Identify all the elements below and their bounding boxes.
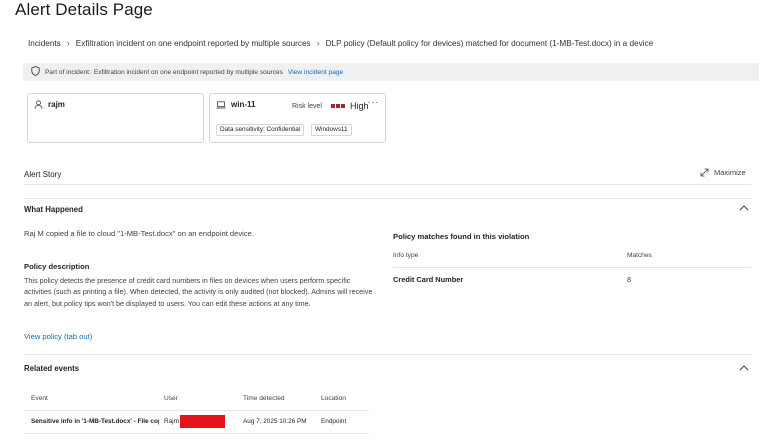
related-events-title: Related events — [24, 364, 80, 373]
page-title: Alert Details Page — [15, 0, 153, 19]
divider — [24, 433, 369, 434]
incident-label: Part of incident: — [45, 68, 91, 76]
more-options-icon[interactable]: ··· — [368, 97, 380, 108]
user-card[interactable]: rajm — [27, 93, 204, 143]
breadcrumb-item-incidents[interactable]: Incidents — [28, 39, 61, 48]
alert-story-title: Alert Story — [24, 170, 62, 179]
policy-description-title: Policy description — [24, 262, 90, 271]
breadcrumb-separator: › — [316, 38, 320, 48]
incident-name: Exfiltration incident on one endpoint re… — [93, 68, 283, 76]
risk-label: Risk level — [292, 102, 322, 110]
column-header-matches[interactable]: Matches — [627, 252, 652, 259]
incident-banner: Part of incident: Exfiltration incident … — [23, 63, 759, 81]
device-card[interactable]: win-11 Risk level High ··· Data sensitiv… — [209, 93, 386, 143]
tag-os: Windows11 — [311, 124, 352, 136]
divider — [24, 354, 751, 355]
chevron-up-icon[interactable] — [739, 204, 749, 213]
expand-icon — [700, 168, 714, 177]
column-header-location[interactable]: Location — [321, 395, 346, 402]
column-header-time-detected[interactable]: Time detected — [243, 395, 285, 402]
divider — [393, 267, 751, 268]
view-incident-link[interactable]: View incident page — [288, 69, 343, 76]
column-header-info-type[interactable]: Info type — [393, 252, 418, 259]
matches-cell: 8 — [627, 275, 631, 284]
breadcrumb-separator: › — [66, 38, 70, 48]
info-type-cell: Credit Card Number — [393, 275, 464, 284]
maximize-label: Maximize — [714, 168, 746, 177]
column-header-event[interactable]: Event — [31, 395, 48, 402]
what-happened-description: Raj M copied a file to cloud "1-MB-Test.… — [24, 229, 254, 238]
divider — [24, 410, 369, 411]
shield-icon — [31, 66, 40, 78]
risk-value: High — [349, 101, 369, 111]
device-name[interactable]: win-11 — [231, 100, 255, 109]
user-name[interactable]: rajm — [48, 100, 65, 109]
divider — [24, 198, 751, 199]
user-cell: Rajm — [164, 418, 179, 425]
what-happened-title: What Happened — [24, 205, 83, 214]
breadcrumb-item-alert: DLP policy (Default policy for devices) … — [325, 38, 654, 48]
event-cell[interactable]: Sensitive info in '1-MB-Test.docx' - Fil… — [31, 418, 159, 425]
breadcrumb-item-incident[interactable]: Exfiltration incident on one endpoint re… — [76, 39, 311, 48]
risk-level: Risk level High — [292, 101, 368, 111]
redaction-block — [180, 415, 225, 428]
divider — [24, 184, 751, 185]
risk-bars — [330, 104, 346, 108]
maximize-button[interactable]: Maximize — [700, 168, 746, 177]
breadcrumb: Incidents › Exfiltration incident on one… — [28, 38, 653, 48]
tag-data-sensitivity: Data sensitivity: Confidential — [216, 124, 305, 136]
view-policy-link[interactable]: View policy (tab out) — [24, 332, 92, 341]
laptop-icon — [216, 100, 226, 109]
column-header-user[interactable]: User — [164, 395, 178, 402]
location-cell: Endpoint — [321, 418, 347, 425]
person-icon — [34, 100, 43, 109]
chevron-up-icon[interactable] — [739, 364, 749, 373]
time-cell: Aug 7, 2025 10:26 PM — [243, 418, 307, 425]
policy-matches-title: Policy matches found in this violation — [393, 232, 530, 241]
policy-description-text: This policy detects the presence of cred… — [24, 276, 373, 308]
